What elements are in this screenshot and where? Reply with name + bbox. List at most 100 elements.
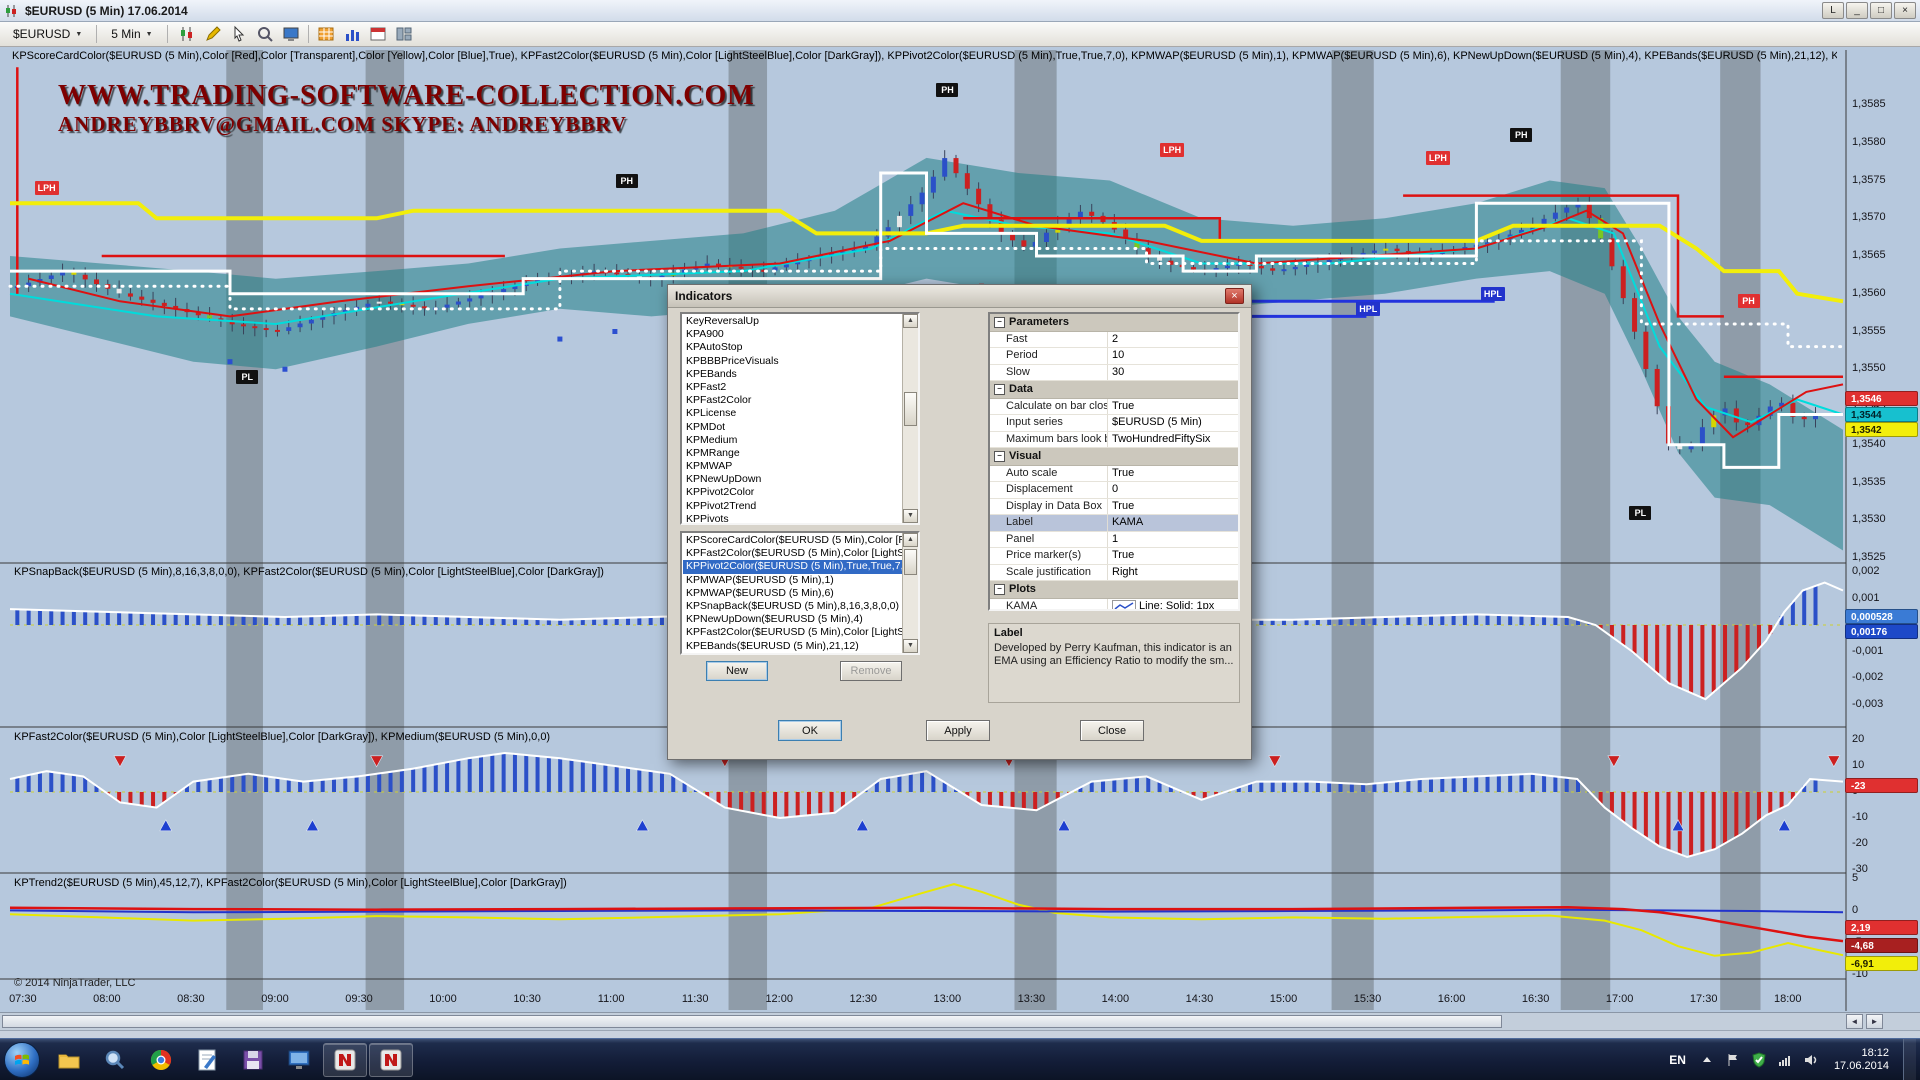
minimize-button[interactable]: _ bbox=[1846, 2, 1868, 19]
show-desktop-button[interactable] bbox=[1903, 1039, 1916, 1080]
remote-screen-icon[interactable] bbox=[277, 1043, 321, 1077]
close-button[interactable]: × bbox=[1894, 2, 1916, 19]
available-indicator-item[interactable]: KPMedium bbox=[683, 434, 902, 447]
scroll-down-button[interactable]: ▼ bbox=[903, 639, 918, 653]
drawing-pencil-icon[interactable] bbox=[200, 24, 226, 45]
property-value[interactable]: Line; Solid; 1px bbox=[1108, 599, 1238, 612]
ninjatrader-icon-7[interactable] bbox=[369, 1043, 413, 1077]
configured-indicator-item[interactable]: KPFast2Color($EURUSD (5 Min),Color [Ligh… bbox=[683, 626, 902, 639]
search-app-icon[interactable] bbox=[93, 1043, 137, 1077]
property-value[interactable]: 10 bbox=[1108, 348, 1238, 364]
network-icon[interactable] bbox=[1776, 1051, 1794, 1069]
remove-button[interactable]: Remove bbox=[840, 661, 902, 681]
bar-chart-icon[interactable] bbox=[339, 24, 365, 45]
tray-expand-icon[interactable] bbox=[1698, 1051, 1716, 1069]
scroll-left-button[interactable]: ◄ bbox=[1846, 1014, 1863, 1029]
maximize-button[interactable]: □ bbox=[1870, 2, 1892, 19]
available-indicator-item[interactable]: KPPivots bbox=[683, 513, 902, 522]
configured-indicator-item[interactable]: KPMWAP($EURUSD (5 Min),1) bbox=[683, 574, 902, 587]
list-scrollbar[interactable]: ▲ ▼ bbox=[902, 533, 918, 653]
start-button[interactable] bbox=[4, 1042, 40, 1078]
scroll-up-button[interactable]: ▲ bbox=[903, 533, 918, 547]
property-grid[interactable]: −ParametersFast2Period10Slow30−DataCalcu… bbox=[988, 312, 1240, 611]
collapse-icon[interactable]: − bbox=[994, 584, 1005, 595]
property-section-header[interactable]: −Parameters bbox=[990, 314, 1238, 332]
close-button[interactable]: Close bbox=[1080, 720, 1144, 741]
available-indicator-item[interactable]: KPA900 bbox=[683, 328, 902, 341]
data-table-icon[interactable] bbox=[313, 24, 339, 45]
property-value[interactable]: 2 bbox=[1108, 332, 1238, 348]
security-shield-icon[interactable] bbox=[1750, 1051, 1768, 1069]
property-section-header[interactable]: −Data bbox=[990, 381, 1238, 399]
monitor-icon[interactable] bbox=[278, 24, 304, 45]
collapse-icon[interactable]: − bbox=[994, 384, 1005, 395]
scrollbar-thumb[interactable] bbox=[904, 392, 917, 426]
configured-indicator-item[interactable]: KPScoreCardColor($EURUSD (5 Min),Color [… bbox=[683, 534, 902, 547]
configured-indicator-item[interactable]: KPNewUpDown($EURUSD (5 Min),4) bbox=[683, 613, 902, 626]
available-indicator-item[interactable]: KPBBBPriceVisuals bbox=[683, 355, 902, 368]
property-value[interactable]: True bbox=[1108, 548, 1238, 564]
property-value[interactable]: TwoHundredFiftySix bbox=[1108, 432, 1238, 448]
scrollbar-thumb[interactable] bbox=[2, 1015, 1502, 1028]
available-indicator-item[interactable]: KPFast2 bbox=[683, 381, 902, 394]
ok-button[interactable]: OK bbox=[778, 720, 842, 741]
available-indicators-list[interactable]: KeyReversalUpKPA900KPAutoStopKPBBBPriceV… bbox=[680, 312, 920, 525]
scrollbar-thumb[interactable] bbox=[904, 549, 917, 575]
available-indicator-item[interactable]: KPMWAP bbox=[683, 460, 902, 473]
interval-dropdown[interactable]: 5 Min ▼ bbox=[103, 24, 160, 44]
property-section-header[interactable]: −Plots bbox=[990, 581, 1238, 599]
available-indicator-item[interactable]: KeyReversalUp bbox=[683, 315, 902, 328]
language-indicator[interactable]: EN bbox=[1665, 1051, 1690, 1069]
ninjatrader-icon-6[interactable] bbox=[323, 1043, 367, 1077]
apply-button[interactable]: Apply bbox=[926, 720, 990, 741]
property-value[interactable]: 0 bbox=[1108, 482, 1238, 498]
available-indicator-item[interactable]: KPPivot2Trend bbox=[683, 500, 902, 513]
configured-indicator-item[interactable]: KPFast2Color($EURUSD (5 Min),Color [Ligh… bbox=[683, 547, 902, 560]
property-value[interactable]: True bbox=[1108, 399, 1238, 415]
notepad-icon[interactable] bbox=[185, 1043, 229, 1077]
calendar-icon[interactable] bbox=[365, 24, 391, 45]
new-button[interactable]: New bbox=[706, 661, 768, 681]
available-indicator-item[interactable]: KPMRange bbox=[683, 447, 902, 460]
dialog-close-button[interactable]: × bbox=[1225, 288, 1244, 304]
property-value[interactable]: 1 bbox=[1108, 532, 1238, 548]
collapse-icon[interactable]: − bbox=[994, 451, 1005, 462]
configured-indicators-list[interactable]: KPScoreCardColor($EURUSD (5 Min),Color [… bbox=[680, 531, 920, 655]
save-tool-icon[interactable] bbox=[231, 1043, 275, 1077]
layout-button[interactable]: L bbox=[1822, 2, 1844, 19]
configured-indicator-item[interactable]: KPEBands($EURUSD (5 Min),21,12) bbox=[683, 640, 902, 653]
available-indicator-item[interactable]: KPMDot bbox=[683, 421, 902, 434]
configured-indicator-item[interactable]: KPMWAP($EURUSD (5 Min),6) bbox=[683, 587, 902, 600]
instrument-dropdown[interactable]: $EURUSD ▼ bbox=[5, 24, 90, 44]
available-indicator-item[interactable]: KPLicense bbox=[683, 407, 902, 420]
horizontal-scrollbar[interactable]: ◄ ► bbox=[0, 1012, 1920, 1031]
scroll-right-button[interactable]: ► bbox=[1866, 1014, 1883, 1029]
available-indicator-item[interactable]: KPEBands bbox=[683, 368, 902, 381]
property-value[interactable]: Right bbox=[1108, 565, 1238, 581]
chrome-icon[interactable] bbox=[139, 1043, 183, 1077]
collapse-icon[interactable]: − bbox=[994, 317, 1005, 328]
explorer-folder-icon[interactable] bbox=[47, 1043, 91, 1077]
pointer-tool-icon[interactable] bbox=[226, 24, 252, 45]
taskbar-clock[interactable]: 18:12 17.06.2014 bbox=[1834, 1047, 1889, 1073]
available-indicator-item[interactable]: KPAutoStop bbox=[683, 341, 902, 354]
property-value[interactable]: KAMA bbox=[1108, 515, 1238, 531]
property-section-header[interactable]: −Visual bbox=[990, 448, 1238, 466]
volume-icon[interactable] bbox=[1802, 1051, 1820, 1069]
action-center-flag-icon[interactable] bbox=[1724, 1051, 1742, 1069]
available-indicator-item[interactable]: KPFast2Color bbox=[683, 394, 902, 407]
configured-indicator-item[interactable]: KPPivot2Color($EURUSD (5 Min),True,True,… bbox=[683, 560, 902, 573]
candlestick-style-icon[interactable] bbox=[174, 24, 200, 45]
property-value[interactable]: True bbox=[1108, 499, 1238, 515]
layout-icon[interactable] bbox=[391, 24, 417, 45]
available-indicator-item[interactable]: KPNewUpDown bbox=[683, 473, 902, 486]
zoom-icon[interactable] bbox=[252, 24, 278, 45]
list-scrollbar[interactable]: ▲ ▼ bbox=[902, 314, 918, 523]
property-value[interactable]: 30 bbox=[1108, 365, 1238, 381]
available-indicator-item[interactable]: KPPivot2Color bbox=[683, 486, 902, 499]
scroll-up-button[interactable]: ▲ bbox=[903, 314, 918, 328]
dialog-titlebar[interactable]: Indicators × bbox=[668, 285, 1251, 308]
property-value[interactable]: $EURUSD (5 Min) bbox=[1108, 415, 1238, 431]
property-value[interactable]: True bbox=[1108, 466, 1238, 482]
configured-indicator-item[interactable]: KPSnapBack($EURUSD (5 Min),8,16,3,8,0,0) bbox=[683, 600, 902, 613]
